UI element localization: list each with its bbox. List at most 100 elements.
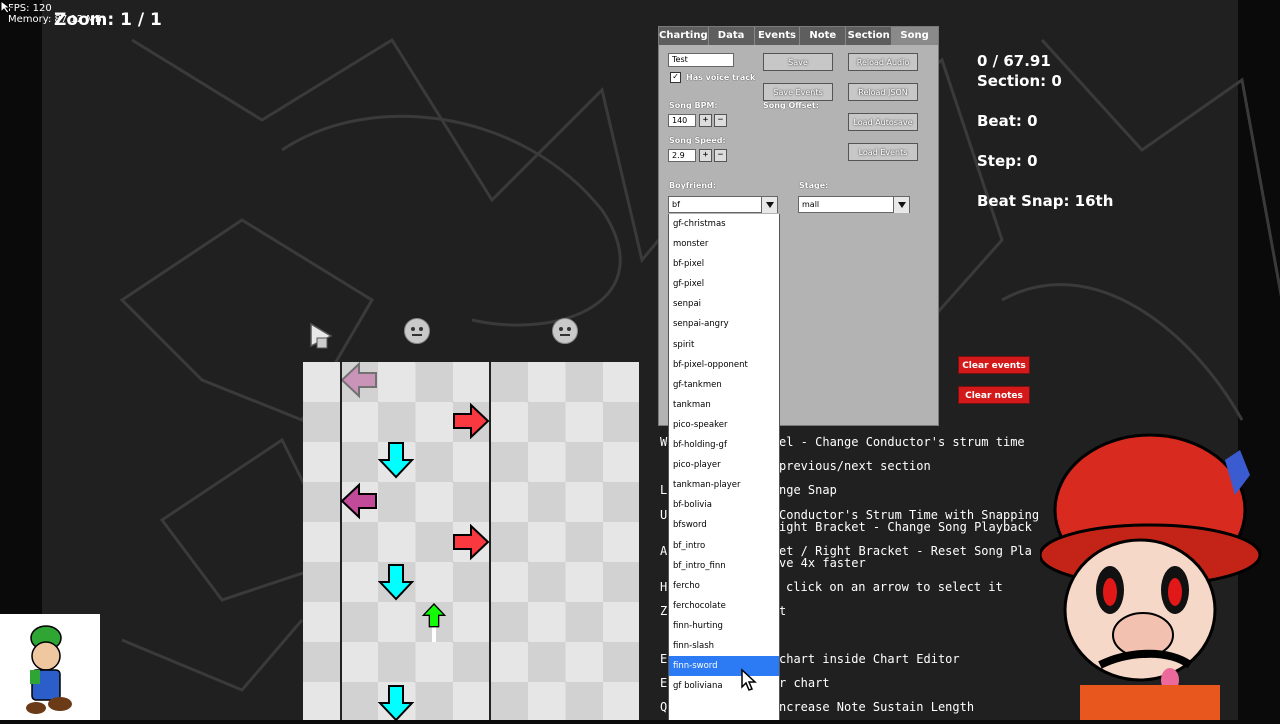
clear-events-button[interactable]: Clear events [958,356,1030,374]
help-prefix: H [660,580,668,594]
bpm-increase-button[interactable]: + [699,114,712,127]
dropdown-option[interactable]: gf-christmas [669,214,779,234]
boyfriend-value: bf [672,200,680,209]
opponent-character-sprite [1040,433,1262,720]
help-line: el - Change Conductor's strum time [779,435,1025,449]
down-arrow-note[interactable] [376,562,416,602]
help-line: ncrease Note Sustain Length [779,700,975,714]
help-line: ight Bracket - Change Song Playback [779,520,1032,534]
help-prefix: A [660,544,668,558]
down-arrow-note[interactable] [376,440,416,480]
boyfriend-label: Boyfriend: [669,181,717,190]
voice-track-label: Has voice track [686,73,756,82]
dropdown-option[interactable]: bfsword [669,515,779,535]
load-autosave-button[interactable]: Load Autosave [848,113,918,131]
help-line: nge Snap [779,483,837,497]
character-preview [0,614,100,720]
help-prefix: W [660,435,668,449]
mouse-pointer-icon [741,668,757,691]
boyfriend-dropdown-list[interactable]: gf-christmas monster bf-pixel gf-pixel senpa… [668,214,780,720]
dropdown-option[interactable]: tankman [669,395,779,415]
speed-increase-button[interactable]: + [699,149,712,162]
song-offset-label: Song Offset: [763,101,819,110]
help-line: r chart [779,676,830,690]
boyfriend-dropdown[interactable]: bf [668,196,778,213]
tab-charting[interactable]: Charting [659,27,709,45]
help-prefix: Q [660,700,668,714]
help-line: click on an arrow to select it [786,580,1003,594]
dropdown-option[interactable]: fercho [669,576,779,596]
song-time: 0 / 67.91 [977,52,1051,70]
dropdown-option[interactable]: tankman-player [669,475,779,495]
dropdown-option[interactable]: pico-player [669,455,779,475]
help-line: ve 4x faster [779,556,866,570]
right-arrow-note[interactable] [451,522,491,562]
dropdown-option[interactable]: senpai [669,294,779,314]
up-arrow-note[interactable] [414,602,454,642]
tab-data[interactable]: Data [708,27,755,45]
dropdown-option[interactable]: finn-hurting [669,616,779,636]
song-bpm-label: Song BPM: [669,101,718,110]
dropdown-option[interactable]: bf-pixel [669,254,779,274]
load-events-button[interactable]: Load Events [848,143,918,161]
tab-note[interactable]: Note [800,27,847,45]
help-line: previous/next section [779,459,931,473]
dropdown-option[interactable]: finn-sword [669,656,779,677]
dropdown-option[interactable]: bf-bolivia [669,495,779,515]
dropdown-option[interactable]: finn-slash [669,636,779,656]
tab-bar: Charting Data Events Note Section Song [659,27,938,45]
left-arrow-note[interactable] [339,360,379,400]
player-character-sprite [26,625,72,714]
help-prefix: Z [660,604,668,618]
stage-label: Stage: [799,181,829,190]
chevron-down-icon[interactable] [893,197,909,213]
help-line: chart inside Chart Editor [779,652,960,666]
reload-audio-button[interactable]: Reload Audio [848,53,918,71]
zoom-text: Zoom: 1 / 1 [54,10,162,30]
play-cursor-icon[interactable] [309,322,335,350]
dropdown-option[interactable]: monster [669,234,779,254]
left-arrow-note[interactable] [339,481,379,521]
right-arrow-note[interactable] [451,401,491,441]
dropdown-option[interactable]: gf boliviana [669,676,779,696]
bpm-decrease-button[interactable]: − [714,114,727,127]
song-name-input[interactable]: Test [668,53,734,67]
song-speed-input[interactable]: 2.9 [668,149,696,162]
tab-section[interactable]: Section [846,27,893,45]
dropdown-option[interactable]: bf-pixel-opponent [669,355,779,375]
help-line: t [779,604,787,618]
step-counter: Step: 0 [977,152,1038,170]
clear-notes-button[interactable]: Clear notes [958,386,1030,404]
dropdown-option[interactable]: senpai-angry [669,314,779,334]
dropdown-option[interactable]: ferchocolate [669,596,779,616]
dropdown-option[interactable]: gf-pixel [669,274,779,294]
speed-decrease-button[interactable]: − [714,149,727,162]
dropdown-option[interactable]: spirit [669,335,779,355]
help-prefix: E [660,676,668,690]
dropdown-option[interactable]: bf_intro_finn [669,556,779,576]
dropdown-option[interactable]: bf-holding-gf [669,435,779,455]
tab-song[interactable]: Song [892,27,938,45]
opponent-health-icon [404,318,430,344]
down-arrow-note[interactable] [376,683,416,723]
save-events-button[interactable]: Save Events [763,83,833,101]
help-prefix: E [660,652,668,666]
section-counter: Section: 0 [977,72,1062,90]
dropdown-option[interactable]: pico-speaker [669,415,779,435]
help-prefix: U [660,508,668,522]
save-button[interactable]: Save [763,53,833,71]
beat-snap: Beat Snap: 16th [977,192,1114,210]
stage-dropdown[interactable]: mall [798,196,910,213]
player-health-icon [552,318,578,344]
chevron-down-icon[interactable] [761,197,777,213]
reload-json-button[interactable]: Reload JSON [848,83,918,101]
beat-counter: Beat: 0 [977,112,1038,130]
help-prefix: L [660,483,668,497]
voice-track-checkbox[interactable]: ✓ [670,72,681,83]
tab-events[interactable]: Events [754,27,801,45]
mouse-cursor-icon [0,0,12,14]
dropdown-option[interactable]: gf-tankmen [669,375,779,395]
dropdown-option[interactable]: bf_intro [669,536,779,556]
stage-value: mall [802,200,820,209]
song-bpm-input[interactable]: 140 [668,114,696,127]
